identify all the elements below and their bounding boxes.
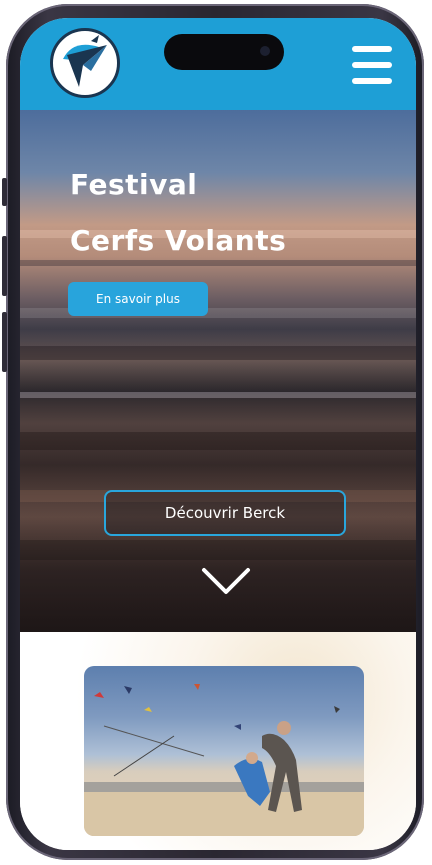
kite-bird-logo[interactable]: [50, 28, 120, 98]
volume-up-button: [2, 236, 7, 296]
mute-switch: [2, 178, 7, 206]
decouvrir-berck-button[interactable]: Découvrir Berck: [104, 490, 346, 536]
hero-title-line-1: Festival: [70, 168, 198, 201]
volume-down-button: [2, 312, 7, 372]
hero-title-line-2: Cerfs Volants: [70, 224, 287, 257]
dynamic-island: [164, 34, 284, 70]
kite-flyers-on-beach-photo: [84, 666, 364, 836]
phone-screen: Festival Cerfs Volants En savoir plus Dé…: [20, 18, 416, 850]
chevron-down-icon[interactable]: [200, 566, 252, 598]
hamburger-menu-icon[interactable]: [352, 46, 392, 84]
en-savoir-plus-button[interactable]: En savoir plus: [68, 282, 208, 316]
hero-banner: Festival Cerfs Volants En savoir plus Dé…: [20, 110, 416, 632]
